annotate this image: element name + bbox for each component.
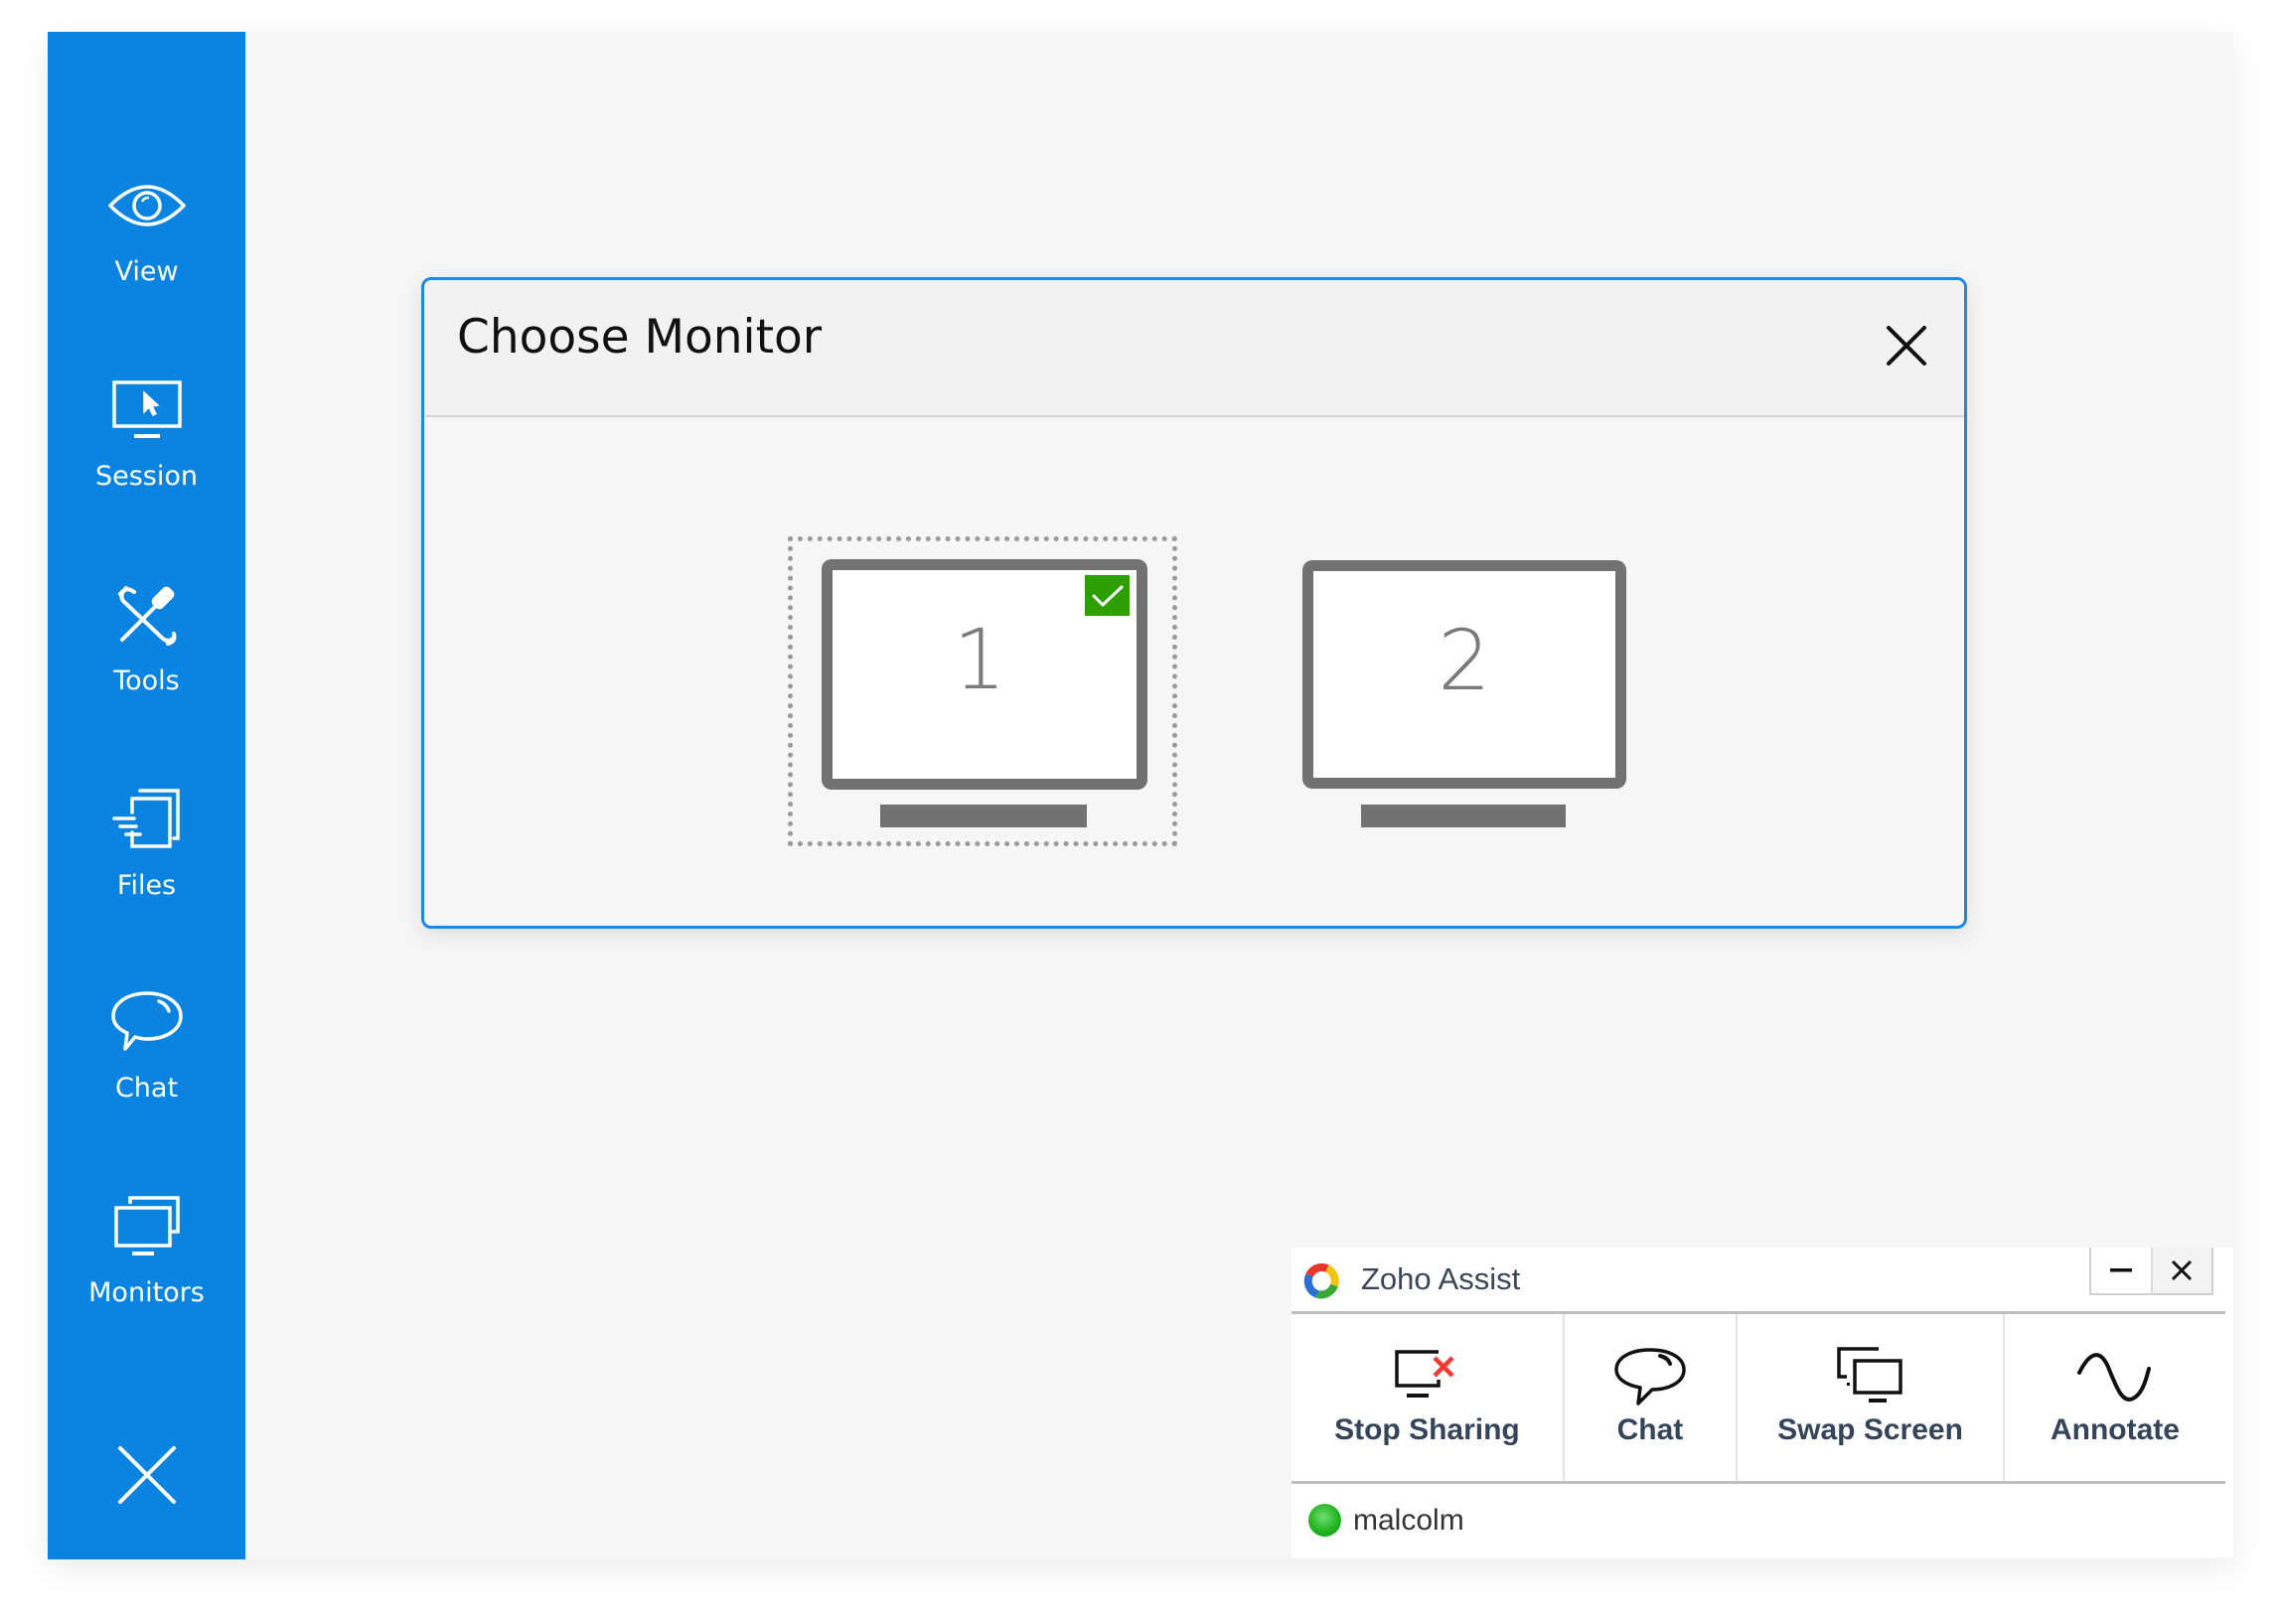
zoho-logo-icon [1303, 1262, 1339, 1304]
zoho-panel-header: Zoho Assist [1292, 1248, 2225, 1314]
zoho-panel-title: Zoho Assist [1361, 1261, 1521, 1296]
monitor-option-2[interactable]: 2 [1302, 560, 1630, 834]
dialog-header: Choose Monitor [424, 280, 1964, 417]
participant-name: malcolm [1353, 1504, 1464, 1537]
selected-check-icon [1085, 575, 1130, 616]
action-label: Chat [1616, 1413, 1684, 1446]
eye-icon [102, 161, 192, 250]
zoho-action-bar: Stop Sharing Chat Swap Screen Annotate [1292, 1314, 2225, 1484]
sidebar-item-label: Monitors [88, 1277, 205, 1308]
close-icon [1887, 326, 1926, 366]
sidebar-item-label: View [114, 256, 179, 287]
annotate-icon [2005, 1344, 2225, 1407]
sidebar-item-chat[interactable]: Chat [48, 977, 245, 1136]
monitor-stand [1361, 805, 1566, 827]
action-label: Stop Sharing [1334, 1413, 1520, 1446]
close-icon [116, 1444, 178, 1511]
choose-monitor-dialog: Choose Monitor 1 2 [421, 277, 1967, 929]
minimize-button[interactable] [2091, 1248, 2151, 1293]
zoho-assist-panel: Zoho Assist Stop Sharing Chat Swap Scree… [1292, 1248, 2233, 1557]
chat-icon [1565, 1344, 1736, 1407]
stop-sharing-button[interactable]: Stop Sharing [1292, 1314, 1565, 1481]
monitors-icon [102, 1182, 192, 1271]
chat-bubble-icon [102, 977, 192, 1067]
sidebar-item-session[interactable]: Session [48, 366, 245, 524]
window-controls [2089, 1248, 2213, 1295]
online-status-icon [1308, 1504, 1341, 1537]
swap-screen-button[interactable]: Swap Screen [1738, 1314, 2005, 1481]
files-icon [102, 775, 192, 864]
action-label: Swap Screen [1777, 1413, 1963, 1446]
session-monitor-cursor-icon [102, 366, 192, 455]
monitor-number: 1 [953, 611, 1006, 708]
dialog-title: Choose Monitor [457, 310, 823, 365]
sidebar-item-label: Tools [113, 665, 180, 696]
monitor-stand [880, 805, 1087, 827]
sidebar-item-label: Files [116, 870, 177, 901]
stop-sharing-icon [1292, 1344, 1563, 1407]
sidebar-item-view[interactable]: View [48, 161, 245, 320]
swap-screen-icon [1738, 1344, 2003, 1407]
close-icon [2172, 1259, 2193, 1281]
action-label: Annotate [2050, 1413, 2180, 1446]
sidebar-item-tools[interactable]: Tools [48, 570, 245, 729]
sidebar-item-monitors[interactable]: Monitors [48, 1182, 245, 1341]
monitor-number: 2 [1438, 612, 1491, 709]
sidebar-item-label: Chat [114, 1073, 179, 1104]
minimize-icon [2109, 1268, 2132, 1272]
sidebar-close-button[interactable] [102, 1432, 192, 1522]
sidebar-item-files[interactable]: Files [48, 775, 245, 934]
chat-button[interactable]: Chat [1565, 1314, 1739, 1481]
annotate-button[interactable]: Annotate [2005, 1314, 2225, 1481]
dialog-close-button[interactable] [1881, 320, 1932, 371]
participant-row: malcolm [1292, 1484, 2225, 1557]
sidebar: View Session Tools Files Chat Monitors [48, 32, 245, 1559]
tools-icon [102, 570, 192, 660]
panel-close-button[interactable] [2150, 1248, 2211, 1293]
monitor-option-1[interactable]: 1 [822, 559, 1149, 833]
sidebar-item-label: Session [94, 461, 199, 492]
